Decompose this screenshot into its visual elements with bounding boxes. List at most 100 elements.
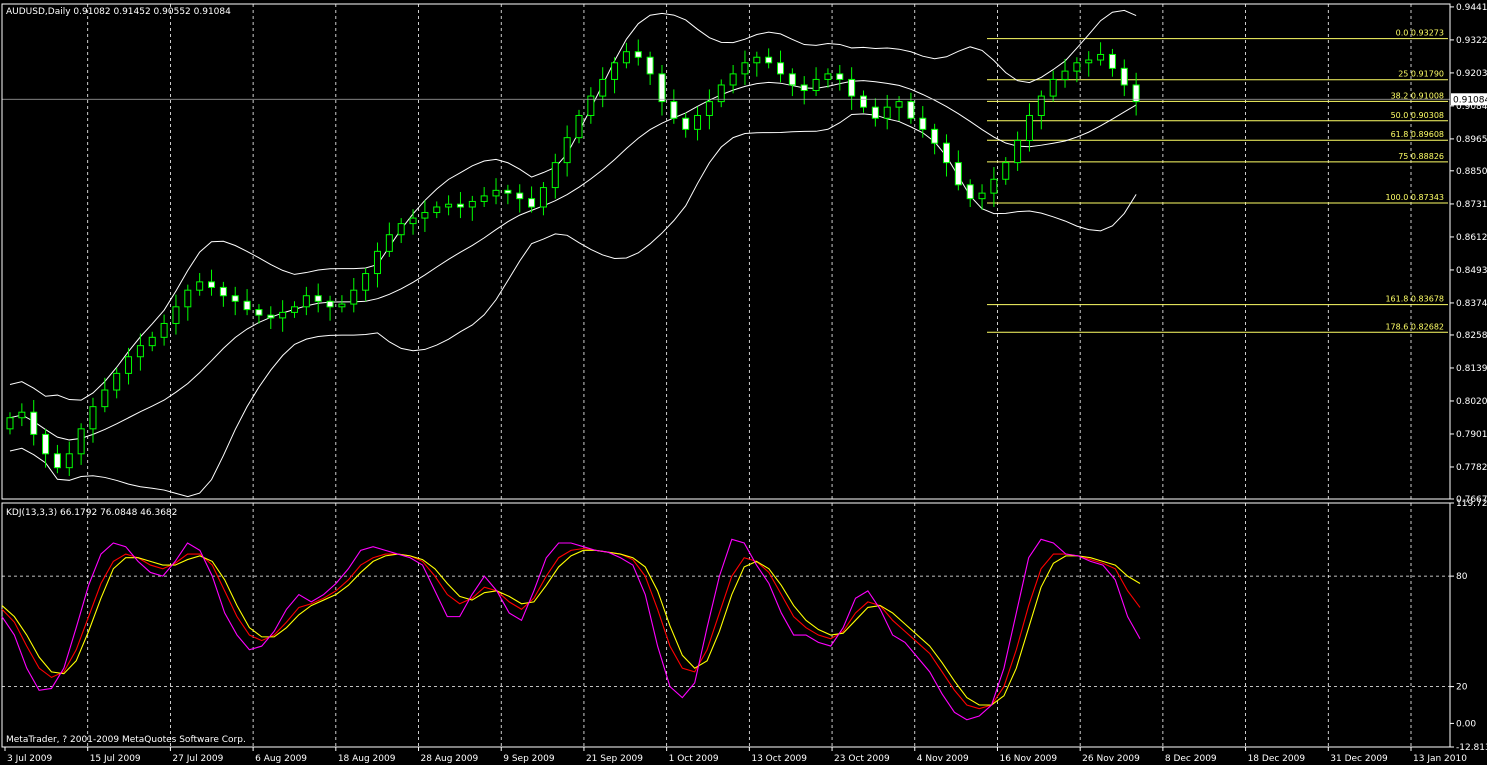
candle-body[interactable] xyxy=(89,406,97,430)
candle-body[interactable] xyxy=(314,295,322,302)
date-tick-label: 28 Aug 2009 xyxy=(421,754,479,764)
candle-body[interactable] xyxy=(160,322,168,338)
candle-body[interactable] xyxy=(136,345,144,358)
candle-body[interactable] xyxy=(291,306,298,313)
candle-body[interactable] xyxy=(6,417,14,430)
candle-body[interactable] xyxy=(1049,78,1057,97)
candle-body[interactable] xyxy=(42,433,50,455)
candle-body[interactable] xyxy=(445,203,453,208)
candle-body[interactable] xyxy=(1108,53,1116,69)
candle-body[interactable] xyxy=(350,289,358,305)
candle-body[interactable] xyxy=(468,200,476,208)
candle-body[interactable] xyxy=(208,281,216,288)
candle-body[interactable] xyxy=(65,453,73,469)
candle-body[interactable] xyxy=(705,101,713,116)
candle-body[interactable] xyxy=(397,223,405,236)
candle-body[interactable] xyxy=(788,73,796,86)
candle-body[interactable] xyxy=(30,411,38,435)
candle-body[interactable] xyxy=(883,106,891,119)
candle-body[interactable] xyxy=(836,73,844,80)
candle-body[interactable] xyxy=(77,428,85,455)
date-tick-label: 1 Oct 2009 xyxy=(669,754,719,764)
candle-body[interactable] xyxy=(148,336,156,347)
candle-body[interactable] xyxy=(907,101,915,119)
date-tick-label: 8 Dec 2009 xyxy=(1165,754,1217,764)
candle-body[interactable] xyxy=(113,372,121,391)
candle-body[interactable] xyxy=(279,311,287,319)
candle-body[interactable] xyxy=(18,411,26,419)
candle-body[interactable] xyxy=(53,453,61,469)
candle-body[interactable] xyxy=(456,203,464,208)
candle-body[interactable] xyxy=(480,195,488,202)
candle-body[interactable] xyxy=(622,51,630,64)
candle-body[interactable] xyxy=(694,114,702,130)
candle-body[interactable] xyxy=(931,128,939,144)
indicator-tick-label: 80 xyxy=(1456,572,1468,582)
candle-body[interactable] xyxy=(753,56,761,64)
candle-body[interactable] xyxy=(777,62,785,75)
candle-body[interactable] xyxy=(765,56,773,64)
candle-body[interactable] xyxy=(634,51,642,58)
indicator-tick-label: 0.00 xyxy=(1456,719,1476,729)
candle-body[interactable] xyxy=(504,189,512,194)
candle-body[interactable] xyxy=(848,78,856,97)
candle-body[interactable] xyxy=(611,62,619,80)
candle-body[interactable] xyxy=(125,356,133,374)
candle-body[interactable] xyxy=(528,198,536,208)
candle-body[interactable] xyxy=(196,281,204,291)
candle-body[interactable] xyxy=(682,117,690,130)
candle-body[interactable] xyxy=(658,73,666,103)
candle-body[interactable] xyxy=(433,206,441,214)
candle-body[interactable] xyxy=(551,162,559,189)
candle-body[interactable] xyxy=(670,101,678,119)
candle-body[interactable] xyxy=(942,142,950,164)
candle-body[interactable] xyxy=(800,84,808,92)
candle-body[interactable] xyxy=(871,106,879,119)
candle-body[interactable] xyxy=(373,250,381,275)
price-tick-label: 0.84930 xyxy=(1456,266,1487,276)
candle-body[interactable] xyxy=(255,309,263,316)
candle-body[interactable] xyxy=(492,189,500,197)
candle-body[interactable] xyxy=(1014,139,1022,164)
candle-body[interactable] xyxy=(362,273,370,291)
candle-body[interactable] xyxy=(860,95,867,108)
candle-body[interactable] xyxy=(421,212,429,219)
candle-body[interactable] xyxy=(1025,114,1033,141)
candle-body[interactable] xyxy=(101,389,109,408)
candle-body[interactable] xyxy=(385,234,393,252)
candle-body[interactable] xyxy=(1085,59,1093,64)
candle-body[interactable] xyxy=(409,217,417,225)
candle-body[interactable] xyxy=(646,56,654,75)
candle-body[interactable] xyxy=(338,303,346,308)
candle-body[interactable] xyxy=(1073,62,1081,72)
candle-body[interactable] xyxy=(978,192,986,200)
candle-body[interactable] xyxy=(219,286,227,297)
candle-body[interactable] xyxy=(184,289,192,308)
candle-body[interactable] xyxy=(575,114,583,139)
candle-body[interactable] xyxy=(563,137,571,164)
candle-body[interactable] xyxy=(516,192,524,200)
candle-body[interactable] xyxy=(539,187,547,208)
candle-body[interactable] xyxy=(1002,162,1010,180)
candle-body[interactable] xyxy=(231,295,239,302)
candle-body[interactable] xyxy=(895,101,903,108)
candle-body[interactable] xyxy=(1061,70,1069,80)
symbol-info: AUDUSD,Daily 0.91082 0.91452 0.90552 0.9… xyxy=(6,7,231,17)
candle-body[interactable] xyxy=(326,300,334,308)
candle-body[interactable] xyxy=(966,184,974,200)
candle-body[interactable] xyxy=(954,162,962,186)
candle-body[interactable] xyxy=(729,73,737,86)
candle-body[interactable] xyxy=(919,117,927,130)
candle-body[interactable] xyxy=(302,295,310,308)
candle-body[interactable] xyxy=(741,62,749,75)
candle-body[interactable] xyxy=(267,314,275,319)
candle-body[interactable] xyxy=(990,178,998,194)
candle-body[interactable] xyxy=(172,306,180,324)
candle-body[interactable] xyxy=(812,78,820,92)
chart-window[interactable]: 0.0 0.9327325 0.9179038.2 0.9100850.0 0.… xyxy=(0,0,1487,765)
candle-body[interactable] xyxy=(243,300,251,311)
candle-body[interactable] xyxy=(1120,67,1128,86)
candle-body[interactable] xyxy=(599,78,607,97)
candle-body[interactable] xyxy=(824,73,832,80)
candle-body[interactable] xyxy=(1097,53,1105,61)
